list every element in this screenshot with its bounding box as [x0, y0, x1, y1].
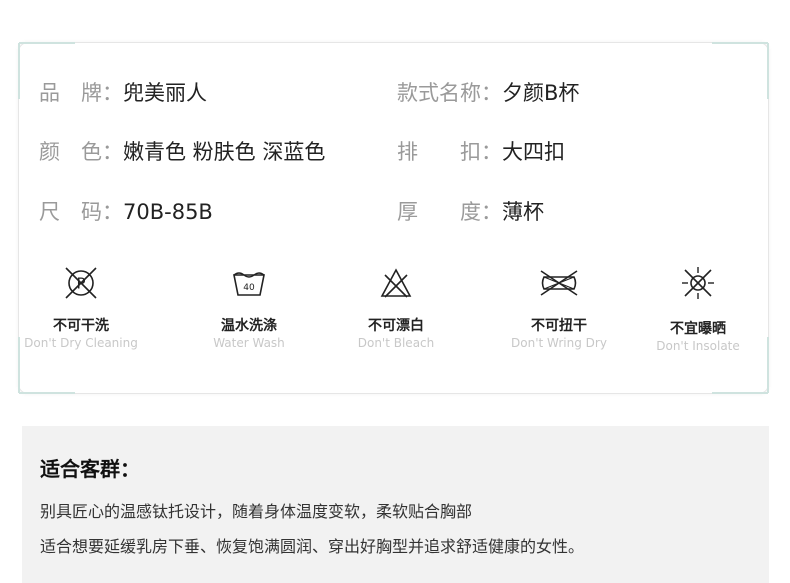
spec-value: 兜美丽人: [123, 81, 207, 105]
spec-color: 颜 色：嫩青色 粉肤色 深蓝色: [39, 136, 325, 166]
corner-accent: [712, 42, 768, 44]
spec-label: 厚 度：: [397, 200, 502, 224]
care-label-en: Don't Bleach: [357, 336, 435, 350]
spec-value: 大四扣: [502, 140, 565, 164]
spec-thickness: 厚 度：薄杯: [397, 196, 544, 226]
no-wring-icon: [540, 270, 578, 296]
corner-accent: [19, 42, 75, 44]
care-item-no-bleach: 不可漂白 Don't Bleach: [326, 263, 466, 375]
water-temp-label: 40: [243, 283, 255, 293]
care-label-cn: 不可干洗: [53, 318, 109, 334]
audience-line-1: 别具匠心的温感钛托设计，随着身体温度变软，柔软贴合胸部: [40, 502, 473, 521]
spec-value: 70B-85B: [123, 200, 213, 224]
audience-line-2: 适合想要延缓乳房下垂、恢复饱满圆润、穿出好胸型并追求舒适健康的女性。: [40, 537, 585, 556]
spec-label: 排 扣：: [397, 140, 502, 164]
care-label-cn: 温水洗涤: [221, 318, 277, 334]
no-bleach-icon: [380, 268, 412, 298]
audience-panel: 适合客群： 别具匠心的温感钛托设计，随着身体温度变软，柔软贴合胸部 适合想要延缓…: [22, 426, 769, 583]
care-label-cn: 不可扭干: [531, 318, 587, 334]
care-label-cn: 不宜曝晒: [670, 321, 726, 337]
no-dry-clean-icon: P: [65, 267, 97, 299]
care-label-cn: 不可漂白: [368, 318, 424, 334]
audience-title: 适合客群：: [40, 457, 140, 481]
spec-clasp: 排 扣：大四扣: [397, 136, 565, 166]
care-label-en: Don't Wring Dry: [511, 336, 607, 350]
corner-accent: [18, 43, 20, 99]
care-label-en: Water Wash: [213, 336, 285, 350]
spec-label: 颜 色：: [39, 140, 123, 164]
corner-accent: [19, 392, 75, 394]
care-item-no-dry-clean: P 不可干洗 Don't Dry Cleaning: [11, 263, 151, 375]
spec-value: 嫩青色 粉肤色 深蓝色: [123, 140, 326, 164]
care-item-water-wash: 40 温水洗涤 Water Wash: [179, 263, 319, 375]
spec-label: 款式名称：: [397, 81, 502, 105]
water-wash-icon: 40: [233, 272, 265, 296]
corner-accent: [767, 43, 769, 99]
spec-size: 尺 码：70B-85B: [39, 196, 213, 226]
spec-value: 夕颜B杯: [502, 81, 580, 105]
spec-brand: 品 牌：兜美丽人: [39, 77, 207, 107]
spec-label: 尺 码：: [39, 200, 123, 224]
care-label-en: Don't Insolate: [656, 339, 740, 353]
care-item-no-sun: 不宜曝晒 Don't Insolate: [628, 263, 768, 375]
care-label-en: Don't Dry Cleaning: [24, 336, 138, 350]
no-sun-icon: [682, 267, 714, 299]
corner-accent: [712, 392, 768, 394]
spec-label: 品 牌：: [39, 81, 123, 105]
spec-style: 款式名称：夕颜B杯: [397, 77, 579, 107]
spec-card: 品 牌：兜美丽人 款式名称：夕颜B杯 颜 色：嫩青色 粉肤色 深蓝色 排 扣：大…: [18, 42, 769, 394]
care-item-no-wring: 不可扭干 Don't Wring Dry: [489, 263, 629, 375]
spec-value: 薄杯: [502, 200, 544, 224]
